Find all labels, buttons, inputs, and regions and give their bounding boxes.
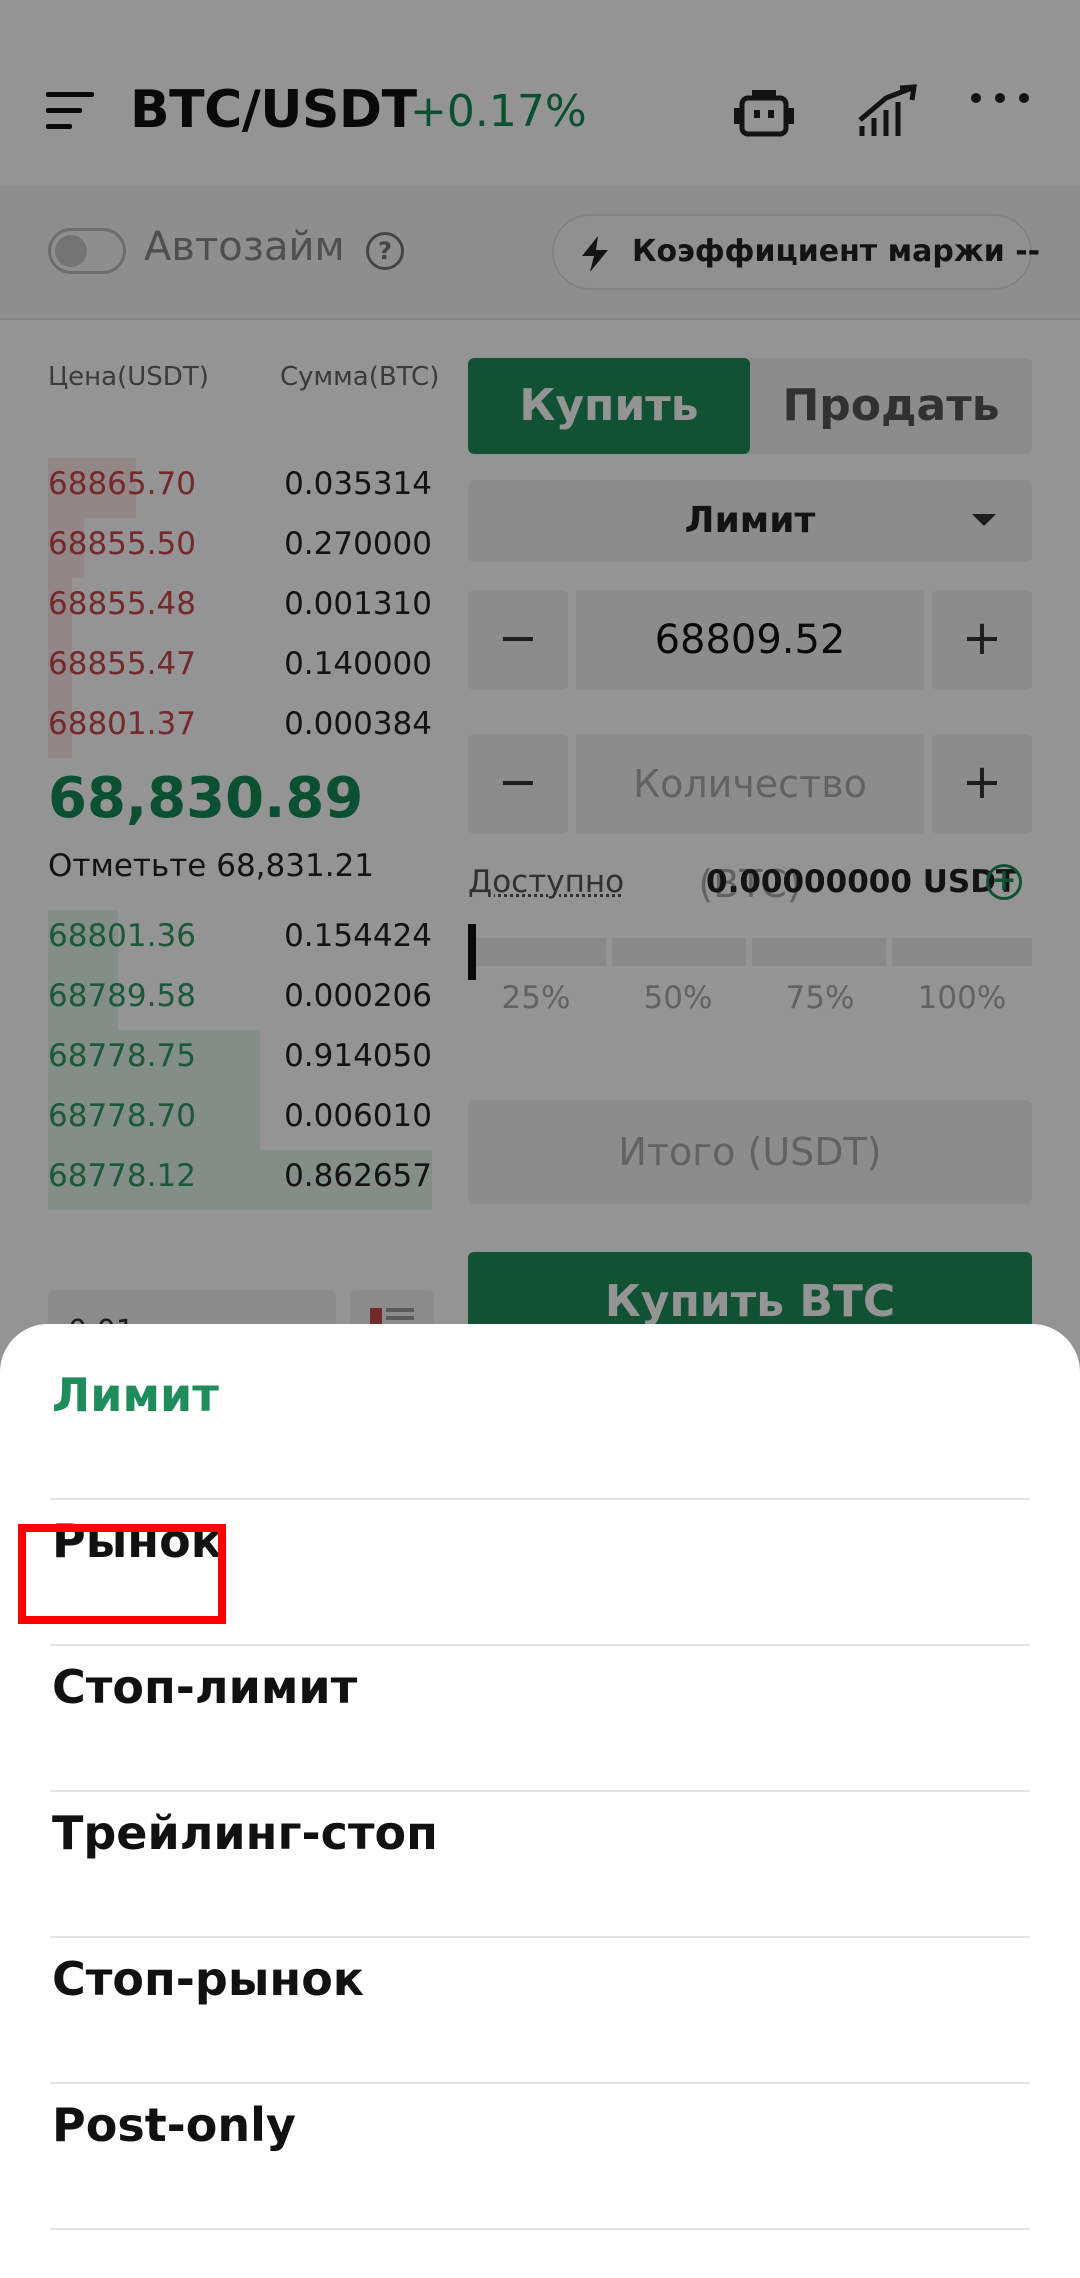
option-stop-limit[interactable]: Стоп-лимит [50, 1616, 1030, 1762]
option-label: Трейлинг-стоп [52, 1806, 438, 1860]
option-label: Post-only [52, 2098, 296, 2152]
option-post-only[interactable]: Post-only [50, 2054, 1030, 2200]
option-label: Стоп-лимит [52, 1660, 358, 1714]
option-limit[interactable]: Лимит [50, 1324, 1030, 1470]
order-type-sheet: Лимит Рынок Стоп-лимит Трейлинг-стоп Сто… [0, 1324, 1080, 2278]
option-label: Стоп-рынок [52, 1952, 365, 2006]
divider [50, 2228, 1030, 2230]
option-stop-market[interactable]: Стоп-рынок [50, 1908, 1030, 2054]
option-label: Лимит [52, 1368, 219, 1422]
option-trailing-stop[interactable]: Трейлинг-стоп [50, 1762, 1030, 1908]
highlight-box [18, 1524, 226, 1624]
